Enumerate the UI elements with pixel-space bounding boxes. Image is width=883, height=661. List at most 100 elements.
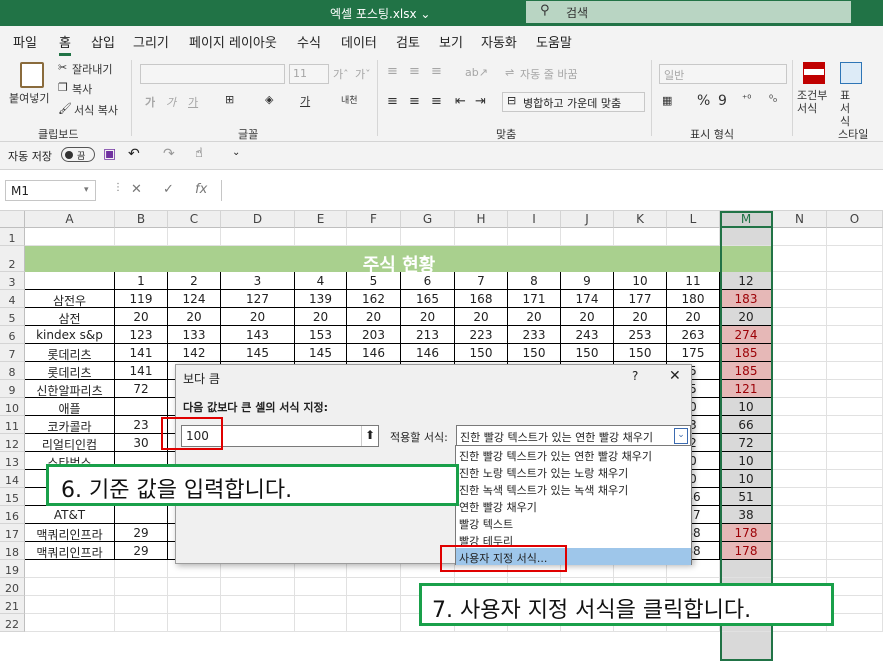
value-cell[interactable]: 141	[115, 362, 168, 380]
column-header[interactable]: F	[347, 211, 401, 228]
empty-cell[interactable]	[827, 380, 883, 398]
increase-decimal-icon[interactable]: ⁺⁰	[742, 94, 751, 105]
row-header[interactable]: 16	[0, 506, 25, 524]
border-icon[interactable]: ⊞	[225, 93, 234, 106]
value-cell[interactable]: 150	[614, 344, 667, 362]
undo-icon[interactable]: ↶	[128, 146, 140, 162]
row-header[interactable]: 7	[0, 344, 25, 362]
italic-icon[interactable]: 가	[166, 94, 176, 110]
value-cell[interactable]: 20	[561, 308, 614, 326]
formula-input[interactable]	[221, 180, 883, 201]
empty-cell[interactable]	[295, 578, 347, 596]
window-title[interactable]: 엑셀 포스팅.xlsx ⌄	[330, 5, 431, 22]
value-cell[interactable]: 29	[115, 524, 168, 542]
value-cell[interactable]: 178	[720, 524, 773, 542]
value-cell[interactable]: 174	[561, 290, 614, 308]
empty-cell[interactable]	[168, 578, 221, 596]
format-option[interactable]: 연한 빨강 채우기	[456, 497, 691, 514]
format-option[interactable]: 진한 빨강 텍스트가 있는 연한 빨강 채우기	[456, 446, 691, 463]
row-header[interactable]: 6	[0, 326, 25, 344]
value-cell[interactable]: 20	[614, 308, 667, 326]
column-header[interactable]: B	[115, 211, 168, 228]
stock-name-cell[interactable]: 롯데리츠	[25, 344, 115, 362]
column-header[interactable]: A	[25, 211, 115, 228]
value-cell[interactable]: 145	[295, 344, 347, 362]
collapse-dialog-icon[interactable]: ⬆	[361, 426, 378, 446]
format-painter-icon[interactable]: 🖌	[58, 102, 72, 115]
value-cell[interactable]: 133	[168, 326, 221, 344]
value-cell[interactable]: 123	[115, 326, 168, 344]
orientation-icon[interactable]: ab↗	[465, 66, 488, 79]
select-all-corner[interactable]	[0, 211, 25, 228]
row-header[interactable]: 21	[0, 596, 25, 614]
wrap-text-icon[interactable]: ⇌	[505, 66, 514, 79]
value-cell[interactable]: 20	[168, 308, 221, 326]
value-cell[interactable]: 263	[667, 326, 720, 344]
conditional-format-button[interactable]: 조건부 서식	[797, 89, 837, 115]
empty-cell[interactable]	[720, 560, 773, 578]
font-grow-icon[interactable]: 가ˆ	[333, 66, 349, 82]
value-cell[interactable]: 38	[720, 506, 773, 524]
empty-cell[interactable]	[827, 596, 883, 614]
table-header-cell[interactable]: 12	[720, 272, 773, 290]
empty-cell[interactable]	[221, 578, 295, 596]
value-cell[interactable]: 150	[508, 344, 561, 362]
empty-cell[interactable]	[25, 228, 115, 246]
stock-name-cell[interactable]: 맥쿼리인프라	[25, 542, 115, 560]
format-option[interactable]: 빨강 텍스트	[456, 514, 691, 531]
bold-icon[interactable]: 가	[145, 94, 155, 110]
stock-name-cell[interactable]: kindex s&p	[25, 326, 115, 344]
merge-center-button[interactable]: ⊟ 병합하고 가운데 맞춤	[502, 92, 645, 112]
column-header[interactable]: L	[667, 211, 720, 228]
value-cell[interactable]: 20	[455, 308, 508, 326]
table-header-cell[interactable]: 3	[221, 272, 295, 290]
value-cell[interactable]: 171	[508, 290, 561, 308]
value-cell[interactable]: 153	[295, 326, 347, 344]
value-cell[interactable]: 203	[347, 326, 401, 344]
empty-cell[interactable]	[347, 578, 401, 596]
empty-cell[interactable]	[401, 228, 455, 246]
copy-icon[interactable]: ❐	[58, 81, 68, 94]
table-header-cell[interactable]: 2	[168, 272, 221, 290]
tab-data[interactable]: 데이터	[341, 32, 377, 51]
autosave-toggle[interactable]: 끔	[61, 147, 95, 162]
row-header[interactable]: 17	[0, 524, 25, 542]
tab-page-layout[interactable]: 페이지 레이아웃	[189, 32, 277, 51]
row-header[interactable]: 13	[0, 452, 25, 470]
empty-cell[interactable]	[168, 596, 221, 614]
column-header[interactable]: J	[561, 211, 614, 228]
align-center-icon[interactable]: ≡	[409, 94, 420, 109]
copy-button[interactable]: 복사	[72, 81, 92, 97]
row-header[interactable]: 14	[0, 470, 25, 488]
empty-cell[interactable]	[827, 434, 883, 452]
stock-name-cell[interactable]: 리얼티인컴	[25, 434, 115, 452]
table-format-button[interactable]: 표 서식	[840, 89, 860, 128]
conditional-format-icon[interactable]	[803, 62, 825, 84]
empty-cell[interactable]	[115, 228, 168, 246]
empty-cell[interactable]	[773, 362, 827, 380]
comma-icon[interactable]: 9	[718, 93, 727, 109]
value-cell[interactable]: 119	[115, 290, 168, 308]
empty-cell[interactable]	[827, 506, 883, 524]
fill-color-icon[interactable]: ◈	[265, 93, 273, 106]
empty-cell[interactable]	[827, 344, 883, 362]
empty-cell[interactable]	[455, 228, 508, 246]
empty-cell[interactable]	[827, 398, 883, 416]
value-cell[interactable]: 10	[720, 470, 773, 488]
empty-cell[interactable]	[168, 614, 221, 632]
dropdown-arrow-icon[interactable]: ⌄	[674, 428, 688, 444]
empty-cell[interactable]	[347, 614, 401, 632]
value-cell[interactable]: 165	[401, 290, 455, 308]
underline-icon[interactable]: 가	[188, 94, 198, 110]
empty-cell[interactable]	[773, 542, 827, 560]
insert-function-icon[interactable]: fx	[195, 182, 207, 197]
empty-cell[interactable]	[720, 228, 773, 246]
value-cell[interactable]: 29	[115, 542, 168, 560]
column-header[interactable]: I	[508, 211, 561, 228]
row-header[interactable]: 11	[0, 416, 25, 434]
empty-cell[interactable]	[115, 596, 168, 614]
empty-cell[interactable]	[614, 228, 667, 246]
value-cell[interactable]	[115, 506, 168, 524]
column-header[interactable]: O	[827, 211, 883, 228]
value-cell[interactable]: 10	[720, 452, 773, 470]
